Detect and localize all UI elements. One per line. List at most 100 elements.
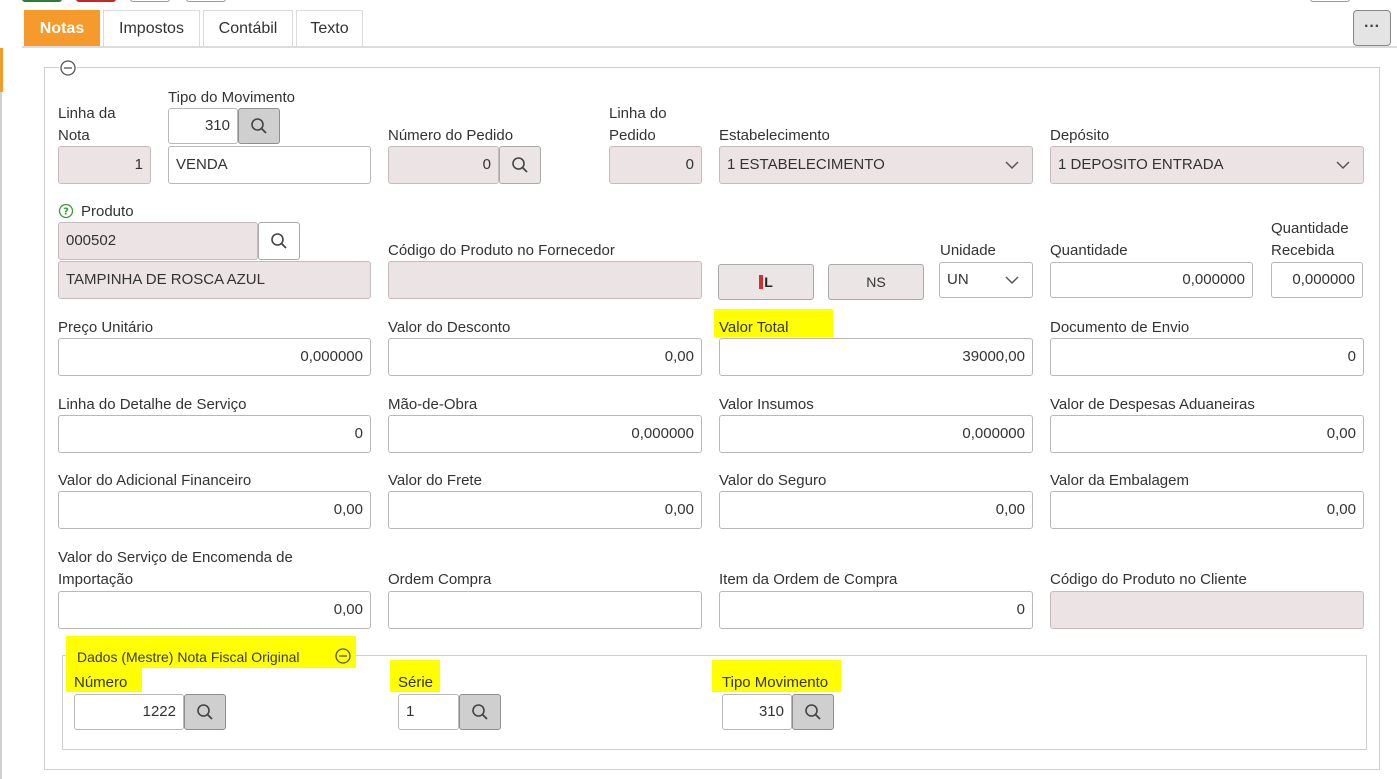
- nota-original-tipo-movimento-field[interactable]: 310: [722, 694, 792, 730]
- tipo-movimento-description-field[interactable]: VENDA: [168, 146, 371, 184]
- tab-impostos[interactable]: Impostos: [103, 10, 200, 46]
- tipo-movimento-label: Tipo do Movimento: [168, 89, 296, 106]
- ordem-compra-field[interactable]: [388, 591, 702, 629]
- tipo-movimento-search-button[interactable]: [238, 108, 280, 144]
- estabelecimento-value: 1 ESTABELECIMENTO: [727, 156, 885, 173]
- ordem-compra-label: Ordem Compra: [388, 571, 492, 588]
- tipo-movimento-code-field[interactable]: 310: [168, 108, 238, 144]
- deposito-label: Depósito: [1050, 127, 1110, 144]
- toolbar-button-gray-3[interactable]: [1310, 0, 1350, 2]
- linha-detalhe-servico-field[interactable]: 0: [58, 415, 371, 453]
- valor-insumos-field[interactable]: 0,000000: [719, 415, 1033, 453]
- toolbar-button-red[interactable]: [76, 0, 116, 2]
- valor-insumos-label: Valor Insumos: [719, 396, 814, 413]
- nota-original-serie-search-button[interactable]: [459, 694, 501, 730]
- left-edge-orange-bar: [0, 48, 3, 92]
- valor-despesas-aduaneiras-label: Valor de Despesas Aduaneiras: [1050, 396, 1255, 413]
- valor-frete-label: Valor do Frete: [388, 472, 482, 489]
- preco-unitario-field[interactable]: 0,000000: [58, 338, 371, 376]
- svg-text:?: ?: [63, 207, 69, 218]
- codigo-produto-fornecedor-field: [388, 261, 702, 299]
- toolbar-button-gray-1[interactable]: [130, 0, 170, 2]
- left-edge-line: [0, 92, 2, 779]
- lote-button-label: L: [764, 274, 773, 290]
- valor-seguro-label: Valor do Seguro: [719, 472, 827, 489]
- tabs-underline: [22, 46, 1397, 48]
- unidade-select[interactable]: UN: [939, 262, 1033, 298]
- mao-de-obra-label: Mão-de-Obra: [388, 396, 478, 413]
- valor-seguro-field[interactable]: 0,00: [719, 491, 1033, 529]
- valor-servico-encomenda-label: Valor do Serviço de Encomenda de Importa…: [58, 549, 293, 588]
- produto-label: Produto: [81, 203, 134, 220]
- more-options-button[interactable]: ···: [1353, 10, 1391, 46]
- nota-original-numero-search-button[interactable]: [184, 694, 226, 730]
- codigo-produto-fornecedor-label: Código do Produto no Fornecedor: [388, 242, 615, 259]
- valor-frete-field[interactable]: 0,00: [388, 491, 702, 529]
- search-icon: [512, 157, 528, 173]
- unidade-value: UN: [947, 271, 969, 288]
- ns-button[interactable]: NS: [828, 264, 924, 300]
- produto-search-button[interactable]: [258, 222, 300, 260]
- documento-envio-label: Documento de Envio: [1050, 319, 1190, 336]
- preco-unitario-label: Preço Unitário: [58, 319, 154, 336]
- toolbar-button-green[interactable]: [22, 0, 62, 2]
- valor-desconto-label: Valor do Desconto: [388, 319, 511, 336]
- tab-texto[interactable]: Texto: [296, 10, 363, 46]
- valor-embalagem-label: Valor da Embalagem: [1050, 472, 1189, 489]
- item-ordem-compra-label: Item da Ordem de Compra: [719, 571, 898, 588]
- nota-original-tipo-movimento-search-button[interactable]: [792, 694, 834, 730]
- linha-nota-label: Linha da Nota: [58, 105, 116, 144]
- nota-original-numero-label: Número: [74, 674, 128, 691]
- linha-nota-field: 1: [58, 146, 151, 184]
- lote-icon: [759, 275, 764, 289]
- numero-pedido-label: Número do Pedido: [388, 127, 514, 144]
- nota-original-collapse-icon[interactable]: [334, 647, 352, 665]
- quantidade-recebida-label: Quantidade Recebida: [1271, 220, 1349, 259]
- quantidade-label: Quantidade: [1050, 242, 1128, 259]
- documento-envio-field[interactable]: 0: [1050, 338, 1364, 376]
- search-icon: [805, 704, 821, 720]
- nota-original-serie-label: Série: [398, 674, 434, 691]
- nota-original-title: Dados (Mestre) Nota Fiscal Original: [77, 649, 300, 665]
- nota-original-numero-field[interactable]: 1222: [74, 694, 184, 730]
- nota-original-serie-field[interactable]: 1: [398, 694, 459, 730]
- valor-total-field[interactable]: 39000,00: [719, 338, 1033, 376]
- linha-pedido-label: Linha do Pedido: [609, 105, 667, 144]
- valor-adicional-financeiro-label: Valor do Adicional Financeiro: [58, 472, 252, 489]
- item-ordem-compra-field[interactable]: 0: [719, 591, 1033, 629]
- valor-despesas-aduaneiras-field[interactable]: 0,00: [1050, 415, 1364, 453]
- linha-pedido-field: 0: [609, 146, 702, 184]
- tab-contabil[interactable]: Contábil: [203, 10, 293, 46]
- chevron-down-icon: [1005, 161, 1019, 170]
- linha-detalhe-servico-label: Linha do Detalhe de Serviço: [58, 396, 247, 413]
- valor-total-label: Valor Total: [719, 319, 789, 336]
- valor-adicional-financeiro-field[interactable]: 0,00: [58, 491, 371, 529]
- quantidade-recebida-field[interactable]: 0,000000: [1271, 262, 1363, 298]
- collapse-icon[interactable]: [59, 59, 77, 77]
- mao-de-obra-field[interactable]: 0,000000: [388, 415, 702, 453]
- estabelecimento-label: Estabelecimento: [719, 127, 830, 144]
- estabelecimento-select[interactable]: 1 ESTABELECIMENTO: [719, 146, 1033, 184]
- deposito-select[interactable]: 1 DEPOSITO ENTRADA: [1050, 146, 1364, 184]
- search-icon: [251, 118, 267, 134]
- ns-button-label: NS: [866, 274, 886, 290]
- valor-servico-encomenda-field[interactable]: 0,00: [58, 591, 371, 629]
- nota-original-tipo-movimento-label: Tipo Movimento: [722, 674, 829, 691]
- valor-desconto-field[interactable]: 0,00: [388, 338, 702, 376]
- produto-code-field[interactable]: 000502: [58, 222, 258, 260]
- help-icon[interactable]: ?: [58, 203, 74, 219]
- unidade-label: Unidade: [940, 242, 996, 259]
- produto-description-field: TAMPINHA DE ROSCA AZUL: [58, 261, 371, 299]
- numero-pedido-search-button[interactable]: [499, 146, 541, 184]
- codigo-produto-cliente-field: [1050, 591, 1364, 629]
- search-icon: [271, 233, 287, 249]
- search-icon: [472, 704, 488, 720]
- toolbar-button-gray-2[interactable]: [186, 0, 226, 2]
- valor-embalagem-field[interactable]: 0,00: [1050, 491, 1364, 529]
- quantidade-field[interactable]: 0,000000: [1050, 262, 1253, 298]
- chevron-down-icon: [1336, 161, 1350, 170]
- numero-pedido-field[interactable]: 0: [388, 146, 499, 184]
- lote-button[interactable]: L: [718, 264, 814, 300]
- deposito-value: 1 DEPOSITO ENTRADA: [1058, 156, 1224, 173]
- tab-notas[interactable]: Notas: [24, 10, 100, 46]
